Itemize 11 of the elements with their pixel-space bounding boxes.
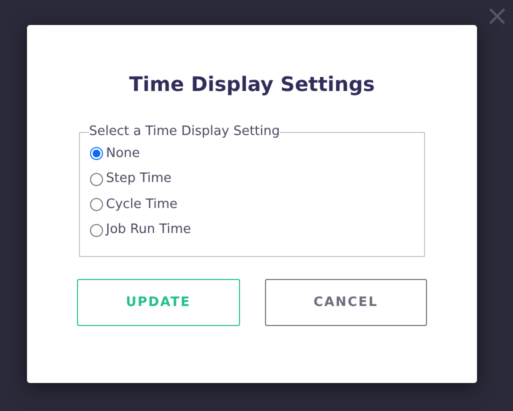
option-label[interactable]: Cycle Time — [106, 196, 178, 213]
radio-button[interactable] — [90, 147, 103, 160]
dialog-title: Time Display Settings — [128, 71, 376, 96]
radio-button[interactable] — [90, 198, 103, 212]
group-legend: Select a Time Display Setting — [89, 123, 280, 141]
radio-button[interactable] — [90, 224, 103, 237]
option-label[interactable]: None — [106, 146, 140, 162]
option-label[interactable]: Job Run Time — [106, 222, 192, 238]
option-label[interactable]: Step Time — [106, 171, 172, 188]
cancel-button[interactable]: CANCEL — [264, 279, 427, 326]
radio-button[interactable] — [90, 172, 103, 186]
